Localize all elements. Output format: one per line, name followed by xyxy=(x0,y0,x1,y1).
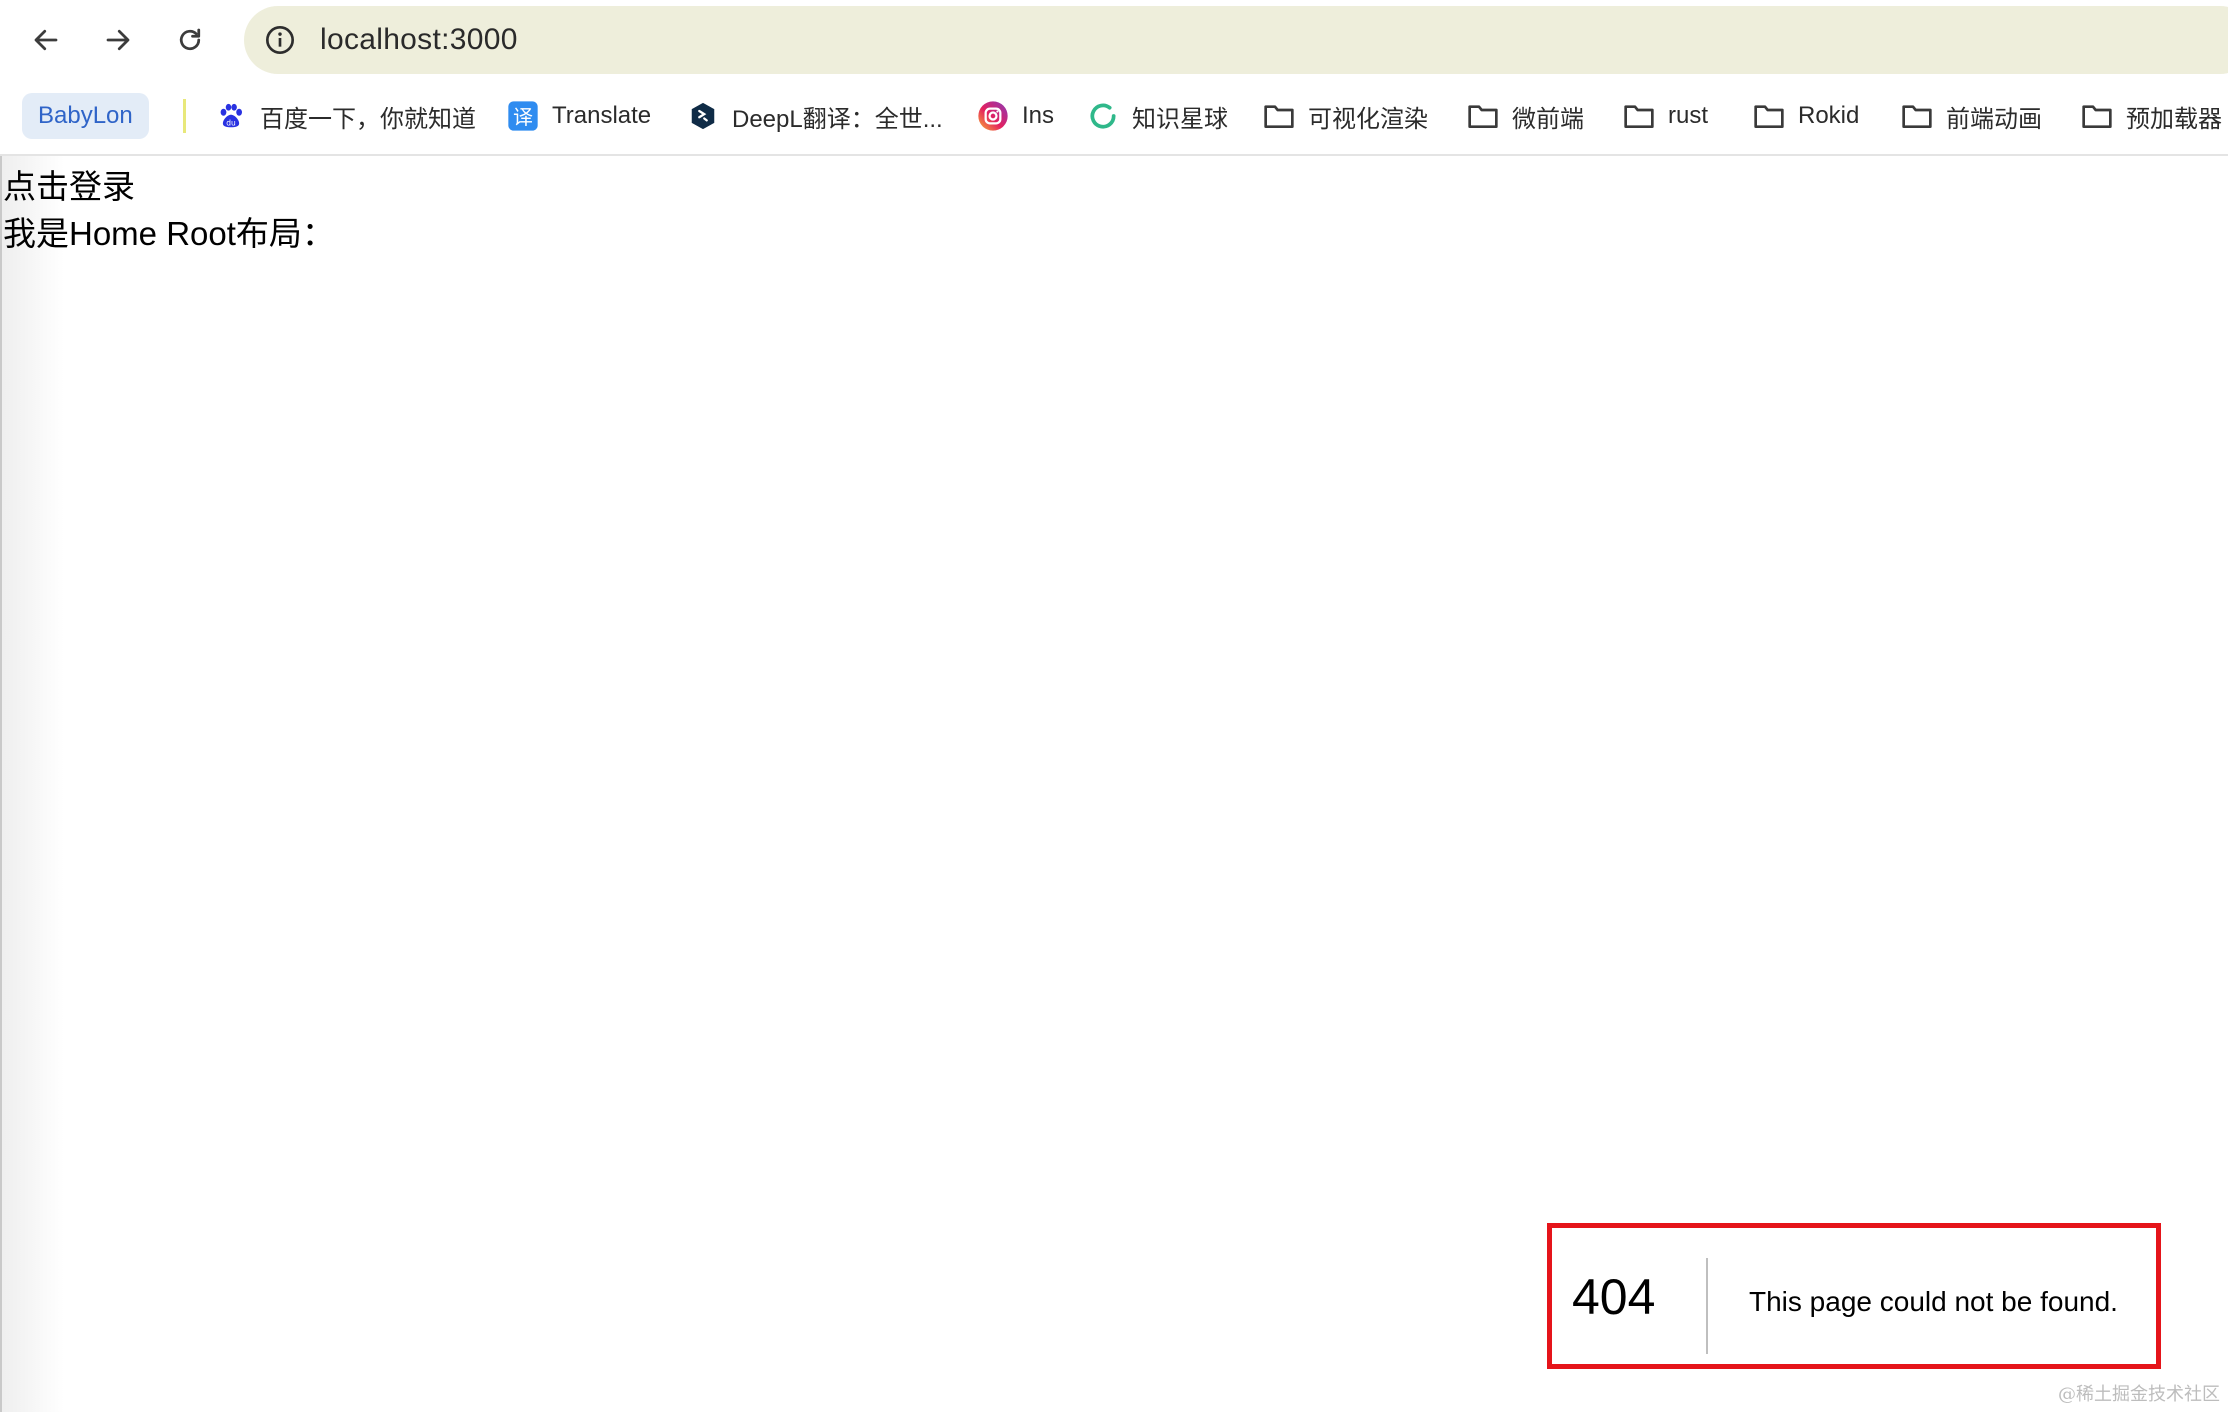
bookmark-folder-frontend-animation[interactable]: 前端动画 xyxy=(1900,93,2042,139)
home-root-layout-text: 我是Home Root布局： xyxy=(3,215,335,252)
bookmark-label: 知识星球 xyxy=(1132,105,1228,133)
bookmark-label: rust xyxy=(1668,102,1709,129)
login-link-text[interactable]: 点击登录 xyxy=(3,160,135,208)
url-text: localhost:3000 xyxy=(320,23,518,56)
bookmark-label: Ins xyxy=(1022,102,1055,129)
bookmark-label: 微前端 xyxy=(1512,105,1584,133)
left-edge-shadow xyxy=(0,156,64,1412)
site-info-icon[interactable] xyxy=(260,20,300,60)
left-edge-line xyxy=(0,156,2,1412)
folder-icon xyxy=(1466,99,1500,133)
bookmark-label: 预加载器 xyxy=(2126,105,2222,133)
back-button[interactable] xyxy=(18,12,74,68)
error-code: 404 xyxy=(1572,1269,1656,1325)
translate-icon: 译 xyxy=(506,99,540,133)
instagram-icon xyxy=(976,99,1010,133)
bookmark-folder-rust[interactable]: rust xyxy=(1622,93,1708,139)
arrow-left-icon xyxy=(34,29,58,51)
bookmark-separator xyxy=(183,99,186,133)
watermark: @稀土掘金技术社区 xyxy=(2058,1384,2220,1405)
bookmark-folder-visual-render[interactable]: 可视化渲染 xyxy=(1262,93,1428,139)
folder-icon xyxy=(1622,99,1656,133)
bookmark-label: DeepL翻译：全世... xyxy=(732,105,943,133)
bookmark-ins[interactable]: Ins xyxy=(976,93,1054,139)
bookmark-baidu[interactable]: du 百度一下，你就知道 xyxy=(214,93,476,139)
bookmark-label: BabyLon xyxy=(38,102,133,129)
bookmark-label: Rokid xyxy=(1798,102,1860,129)
bookmark-label: 百度一下，你就知道 xyxy=(260,105,476,133)
bookmark-translate[interactable]: 译 Translate xyxy=(506,93,651,139)
folder-icon xyxy=(1900,99,1934,133)
bookmark-folder-micro-frontend[interactable]: 微前端 xyxy=(1466,93,1584,139)
svg-text:du: du xyxy=(226,118,236,127)
arrow-right-icon xyxy=(106,29,130,51)
bookmark-label: 可视化渲染 xyxy=(1308,105,1428,133)
browser-toolbar: localhost:3000 xyxy=(0,0,2228,80)
reload-button[interactable] xyxy=(162,12,218,68)
error-message: This page could not be found. xyxy=(1749,1286,2118,1317)
bookmark-babylon[interactable]: BabyLon xyxy=(22,93,149,139)
bookmarks-bar: BabyLon du 百度一下，你就知道 译 Translate DeepL翻译… xyxy=(0,80,2228,156)
svg-text:译: 译 xyxy=(513,105,533,129)
deepl-icon xyxy=(686,99,720,133)
bookmark-label: Translate xyxy=(552,102,652,129)
bookmark-deepl[interactable]: DeepL翻译：全世... xyxy=(686,93,943,139)
bookmark-folder-rokid[interactable]: Rokid xyxy=(1752,93,1859,139)
folder-icon xyxy=(1752,99,1786,133)
address-bar[interactable]: localhost:3000 xyxy=(244,6,2228,74)
bookmark-label: 前端动画 xyxy=(1946,105,2042,133)
knowledge-planet-icon xyxy=(1086,99,1120,133)
folder-icon xyxy=(1262,99,1296,133)
bookmark-folder-preloader[interactable]: 预加载器 xyxy=(2080,93,2222,139)
forward-button[interactable] xyxy=(90,12,146,68)
reload-icon xyxy=(179,28,201,51)
folder-icon xyxy=(2080,99,2114,133)
error-divider xyxy=(1706,1258,1708,1354)
baidu-paw-icon: du xyxy=(214,99,248,133)
bookmark-knowledge-planet[interactable]: 知识星球 xyxy=(1086,93,1228,139)
not-found-highlight: 404 This page could not be found. xyxy=(1547,1223,2161,1369)
